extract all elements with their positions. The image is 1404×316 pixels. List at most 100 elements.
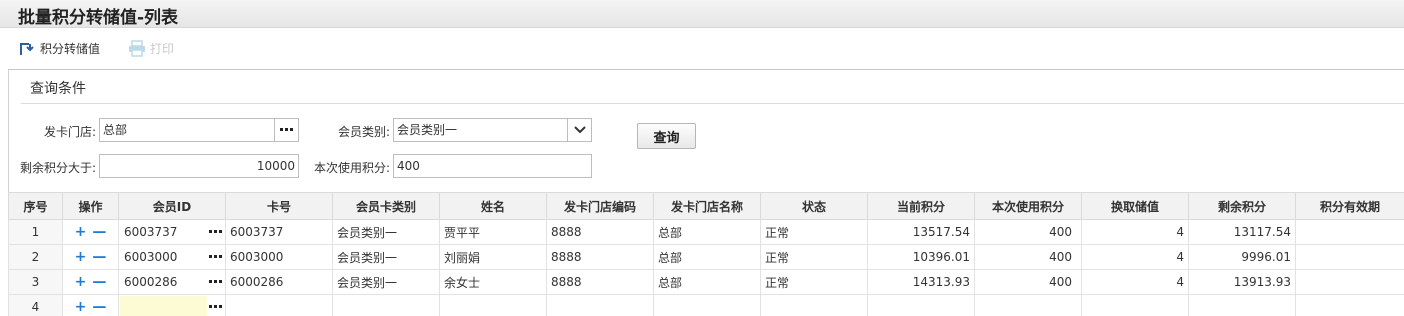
remove-row-icon[interactable]: — xyxy=(92,249,106,265)
ellipsis-icon xyxy=(209,280,222,283)
convert-label: 积分转储值 xyxy=(40,41,101,56)
print-button[interactable]: 打印 xyxy=(128,38,174,58)
store-value: 总部 xyxy=(103,123,128,137)
expiry-cell xyxy=(1295,269,1404,295)
use-points-input[interactable]: 400 xyxy=(393,154,592,178)
query-panel-header: 查询条件 xyxy=(21,68,1404,104)
table-row[interactable]: 3 + —6000286 6000286 会员类别一 余女士 8888 总部 正常 14313.9… xyxy=(8,269,1404,295)
status-cell: 正常 xyxy=(760,269,868,295)
member-id-input[interactable]: 6003737 xyxy=(120,221,207,243)
card-type-cell: 会员类别一 xyxy=(332,269,440,295)
store-field[interactable]: 总部 xyxy=(99,118,299,142)
member-id-input[interactable]: 6000286 xyxy=(120,271,207,293)
member-picker-button[interactable] xyxy=(208,301,224,313)
exchange-value-cell: 4 xyxy=(1081,219,1189,245)
col-store-code[interactable]: 发卡门店编码 xyxy=(546,192,654,220)
remove-row-icon[interactable]: — xyxy=(92,224,106,240)
col-expiry[interactable]: 积分有效期 xyxy=(1295,192,1404,220)
status-cell xyxy=(760,294,868,316)
convert-button[interactable]: 积分转储值 xyxy=(18,38,100,58)
add-row-icon[interactable]: + xyxy=(75,274,87,290)
expiry-cell xyxy=(1295,244,1404,270)
exchange-value-cell xyxy=(1081,294,1189,316)
col-current-points[interactable]: 当前积分 xyxy=(867,192,975,220)
store-code-cell xyxy=(546,294,654,316)
name-cell: 贾平平 xyxy=(439,219,547,245)
exchange-value-cell: 4 xyxy=(1081,244,1189,270)
add-row-icon[interactable]: + xyxy=(75,299,87,315)
ellipsis-icon xyxy=(209,230,222,233)
store-name-cell xyxy=(653,294,761,316)
card-no-cell: 6003737 xyxy=(225,219,333,245)
member-type-select[interactable]: 会员类别一 xyxy=(393,118,592,142)
use-points-label: 本次使用积分: xyxy=(314,161,391,175)
current-points-cell xyxy=(867,294,975,316)
col-index[interactable]: 序号 xyxy=(8,192,63,220)
add-row-icon[interactable]: + xyxy=(75,224,87,240)
remaining-label: 剩余积分大于: xyxy=(20,161,97,175)
card-type-cell: 会员类别一 xyxy=(332,219,440,245)
member-id-cell[interactable]: 6000286 xyxy=(118,269,226,295)
use-points-input[interactable]: 400 xyxy=(976,221,1080,243)
current-points-cell: 14313.93 xyxy=(867,269,975,295)
col-use-points[interactable]: 本次使用积分 xyxy=(974,192,1082,220)
row-index: 3 xyxy=(8,269,63,295)
remove-row-icon[interactable]: — xyxy=(92,274,106,290)
name-cell: 刘丽娟 xyxy=(439,244,547,270)
col-remaining-points[interactable]: 剩余积分 xyxy=(1188,192,1296,220)
col-actions[interactable]: 操作 xyxy=(62,192,119,220)
expiry-cell xyxy=(1295,219,1404,245)
col-status[interactable]: 状态 xyxy=(760,192,868,220)
status-cell: 正常 xyxy=(760,244,868,270)
member-picker-button[interactable] xyxy=(208,276,224,288)
remaining-points-cell: 13117.54 xyxy=(1188,219,1296,245)
remove-row-icon[interactable]: — xyxy=(92,299,106,315)
row-index: 4 xyxy=(8,294,63,316)
add-row-icon[interactable]: + xyxy=(75,249,87,265)
table-row[interactable]: 4 + — xyxy=(8,294,1404,316)
remaining-input[interactable]: 10000 xyxy=(99,154,299,178)
member-picker-button[interactable] xyxy=(208,226,224,238)
col-card-no[interactable]: 卡号 xyxy=(225,192,333,220)
table-header-row: 序号 操作 会员ID 卡号 会员卡类别 姓名 发卡门店编码 发卡门店名称 状态 … xyxy=(8,192,1404,220)
search-button[interactable]: 查询 xyxy=(637,123,696,149)
card-type-cell: 会员类别一 xyxy=(332,244,440,270)
use-points-cell[interactable] xyxy=(974,294,1082,316)
row-actions: + — xyxy=(62,294,119,316)
col-card-type[interactable]: 会员卡类别 xyxy=(332,192,440,220)
table-row[interactable]: 2 + —6003000 6003000 会员类别一 刘丽娟 8888 总部 正常 10396.0… xyxy=(8,244,1404,270)
use-points-input[interactable]: 400 xyxy=(976,271,1080,293)
member-id-cell[interactable]: 6003737 xyxy=(118,219,226,245)
remaining-points-cell: 13913.93 xyxy=(1188,269,1296,295)
print-label: 打印 xyxy=(150,41,175,56)
query-section-title: 查询条件 xyxy=(30,81,86,97)
store-name-cell: 总部 xyxy=(653,269,761,295)
member-id-cell[interactable]: 6003000 xyxy=(118,244,226,270)
col-name[interactable]: 姓名 xyxy=(439,192,547,220)
use-points-input[interactable] xyxy=(976,296,1080,316)
use-points-cell[interactable]: 400 xyxy=(974,219,1082,245)
row-index: 2 xyxy=(8,244,63,270)
col-member-id[interactable]: 会员ID xyxy=(118,192,226,220)
store-picker-button[interactable] xyxy=(274,119,298,141)
member-id-input[interactable]: 6003000 xyxy=(120,246,207,268)
table-row[interactable]: 1 + —6003737 6003737 会员类别一 贾平平 8888 总部 正常 13517.5… xyxy=(8,219,1404,245)
store-code-cell: 8888 xyxy=(546,269,654,295)
page: 批量积分转储值-列表 积分转储值 打印 查询条件 发卡门店: 总部 会员类别: … xyxy=(0,0,1404,316)
member-type-value: 会员类别一 xyxy=(397,123,458,137)
member-type-dropdown-button[interactable] xyxy=(567,119,591,141)
current-points-cell: 13517.54 xyxy=(867,219,975,245)
col-exchange-value[interactable]: 换取储值 xyxy=(1081,192,1189,220)
store-label: 发卡门店: xyxy=(44,125,97,139)
status-cell: 正常 xyxy=(760,219,868,245)
member-id-input[interactable] xyxy=(120,296,207,316)
chevron-down-icon xyxy=(573,126,586,134)
remaining-points-cell xyxy=(1188,294,1296,316)
card-no-cell: 6000286 xyxy=(225,269,333,295)
col-store-name[interactable]: 发卡门店名称 xyxy=(653,192,761,220)
use-points-cell[interactable]: 400 xyxy=(974,269,1082,295)
use-points-cell[interactable]: 400 xyxy=(974,244,1082,270)
member-picker-button[interactable] xyxy=(208,251,224,263)
member-id-cell[interactable] xyxy=(118,294,226,316)
use-points-input[interactable]: 400 xyxy=(976,246,1080,268)
